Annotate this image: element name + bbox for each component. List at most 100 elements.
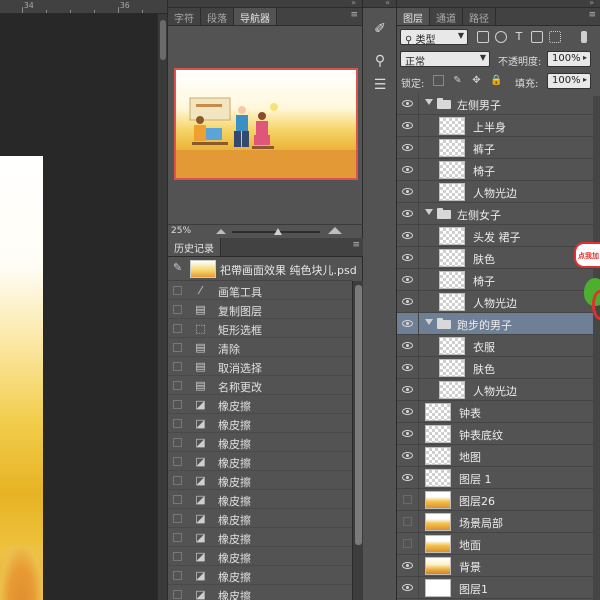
history-source-checkbox[interactable] <box>173 514 182 523</box>
history-source-checkbox[interactable] <box>173 343 182 352</box>
lock-position-icon[interactable]: ✥ <box>471 75 482 86</box>
panel-menu-icon[interactable]: ≡ <box>350 10 358 20</box>
layer-row[interactable]: 钟表底纹 <box>397 423 593 445</box>
zoom-out-icon[interactable] <box>216 229 226 234</box>
visibility-toggle[interactable] <box>397 533 419 555</box>
history-item[interactable]: ◪ 橡皮擦 <box>168 490 352 509</box>
filter-kind-select[interactable]: ⚲ 类型 ▼ <box>400 29 468 46</box>
history-item[interactable]: ▤ 复制图层 <box>168 300 352 319</box>
layer-row[interactable]: 人物光边 <box>397 291 593 313</box>
history-item[interactable]: ▤ 名称更改 <box>168 376 352 395</box>
visibility-toggle[interactable] <box>397 247 419 269</box>
history-source-checkbox[interactable] <box>173 324 182 333</box>
tab-navigator[interactable]: 导航器 <box>234 8 277 25</box>
visibility-toggle[interactable] <box>397 203 419 225</box>
zoom-slider-handle[interactable] <box>274 228 282 235</box>
history-snapshot[interactable]: ✎ 祀帶画面效果 纯色块儿.psd <box>168 257 357 281</box>
layer-row[interactable]: 上半身 <box>397 115 593 137</box>
history-item[interactable]: ◪ 橡皮擦 <box>168 528 352 547</box>
history-source-checkbox[interactable] <box>173 305 182 314</box>
chevron-down-icon[interactable] <box>425 209 433 215</box>
history-item[interactable]: ⁄ 画笔工具 <box>168 281 352 300</box>
history-item[interactable]: ◪ 橡皮擦 <box>168 414 352 433</box>
filter-type-icon[interactable]: T <box>513 31 525 43</box>
layer-row[interactable]: 图层 1 <box>397 467 593 489</box>
layer-row[interactable]: 头发 裙子 <box>397 225 593 247</box>
clone-source-icon[interactable]: ⚲ <box>369 52 391 70</box>
history-source-checkbox[interactable] <box>173 362 182 371</box>
history-source-checkbox[interactable] <box>173 476 182 485</box>
visibility-toggle[interactable] <box>397 467 419 489</box>
collapse-arrows-icon[interactable]: » <box>589 0 594 7</box>
layer-row[interactable]: 肤色 <box>397 247 593 269</box>
brush-preset-icon[interactable]: ✐ <box>369 20 391 38</box>
chevron-down-icon[interactable] <box>425 99 433 105</box>
promo-sticker[interactable]: 点我加 <box>574 242 600 322</box>
zoom-slider[interactable] <box>232 228 320 235</box>
layer-row[interactable]: 图层1 <box>397 577 593 599</box>
filter-smart-object-icon[interactable] <box>549 31 561 43</box>
history-source-checkbox[interactable] <box>173 400 182 409</box>
tab-layers[interactable]: 图层 <box>397 8 430 25</box>
filter-adjustment-icon[interactable] <box>495 31 507 43</box>
history-source-checkbox[interactable] <box>173 495 182 504</box>
fill-input[interactable]: 100% ▸ <box>547 73 591 89</box>
zoom-percent[interactable]: 25% <box>171 226 191 236</box>
tab-paths[interactable]: 路径 <box>463 8 496 25</box>
lock-all-icon[interactable]: 🔒 <box>490 75 502 86</box>
visibility-toggle[interactable] <box>397 511 419 533</box>
lock-image-icon[interactable]: ✎ <box>452 75 463 86</box>
visibility-toggle[interactable] <box>397 357 419 379</box>
tab-history[interactable]: 历史记录 <box>168 238 221 256</box>
history-source-checkbox[interactable] <box>173 381 182 390</box>
panel-collapse-bar[interactable]: » <box>168 0 362 8</box>
visibility-toggle[interactable] <box>397 181 419 203</box>
visibility-toggle[interactable] <box>397 555 419 577</box>
filter-pixel-icon[interactable] <box>477 31 489 43</box>
visibility-toggle[interactable] <box>397 335 419 357</box>
visibility-toggle[interactable] <box>397 379 419 401</box>
lock-transparent-icon[interactable] <box>433 75 444 86</box>
visibility-toggle[interactable] <box>397 225 419 247</box>
adjustments-icon[interactable]: ☰ <box>369 76 391 94</box>
history-item[interactable]: ◪ 橡皮擦 <box>168 452 352 471</box>
history-source-checkbox[interactable] <box>173 438 182 447</box>
tab-paragraph[interactable]: 段落 <box>201 8 234 25</box>
panel-menu-icon[interactable]: ≡ <box>352 240 360 250</box>
layer-row[interactable]: 人物光边 <box>397 379 593 401</box>
tab-character[interactable]: 字符 <box>168 8 201 25</box>
layer-row[interactable]: 椅子 <box>397 159 593 181</box>
layer-row[interactable]: 图层26 <box>397 489 593 511</box>
history-item[interactable]: ◪ 橡皮擦 <box>168 433 352 452</box>
dock-collapse-bar[interactable]: « <box>363 0 396 8</box>
collapse-arrows-icon[interactable]: » <box>351 0 356 7</box>
layer-group-row[interactable]: 跑步的男子 <box>397 313 593 335</box>
layers-collapse-bar[interactable]: » <box>397 0 600 8</box>
layer-row[interactable]: 肤色 <box>397 357 593 379</box>
opacity-input[interactable]: 100% ▸ <box>547 51 591 67</box>
history-item[interactable]: ◪ 橡皮擦 <box>168 471 352 490</box>
layer-row[interactable]: 场景局部 <box>397 511 593 533</box>
collapse-arrows-icon[interactable]: « <box>385 0 390 7</box>
history-item[interactable]: ◪ 橡皮擦 <box>168 509 352 528</box>
history-scrollbar-thumb[interactable] <box>355 285 362 545</box>
layer-row[interactable]: 人物光边 <box>397 181 593 203</box>
visibility-toggle[interactable] <box>397 269 419 291</box>
visibility-toggle[interactable] <box>397 577 419 599</box>
history-source-checkbox[interactable] <box>173 533 182 542</box>
navigator-view-box[interactable] <box>174 68 358 180</box>
tab-channels[interactable]: 通道 <box>430 8 463 25</box>
layer-group-row[interactable]: 左侧女子 <box>397 203 593 225</box>
history-source-checkbox[interactable] <box>173 571 182 580</box>
visibility-toggle[interactable] <box>397 401 419 423</box>
history-item[interactable]: ◪ 橡皮擦 <box>168 547 352 566</box>
visibility-toggle[interactable] <box>397 137 419 159</box>
history-item[interactable]: ◪ 橡皮擦 <box>168 566 352 585</box>
visibility-toggle[interactable] <box>397 445 419 467</box>
visibility-toggle[interactable] <box>397 93 419 115</box>
history-item[interactable]: ◪ 橡皮擦 <box>168 585 352 600</box>
layer-row[interactable]: 背景 <box>397 555 593 577</box>
canvas-scrollbar-thumb[interactable] <box>160 20 166 60</box>
history-item[interactable]: ⬚ 矩形选框 <box>168 319 352 338</box>
filter-shape-icon[interactable] <box>531 31 543 43</box>
